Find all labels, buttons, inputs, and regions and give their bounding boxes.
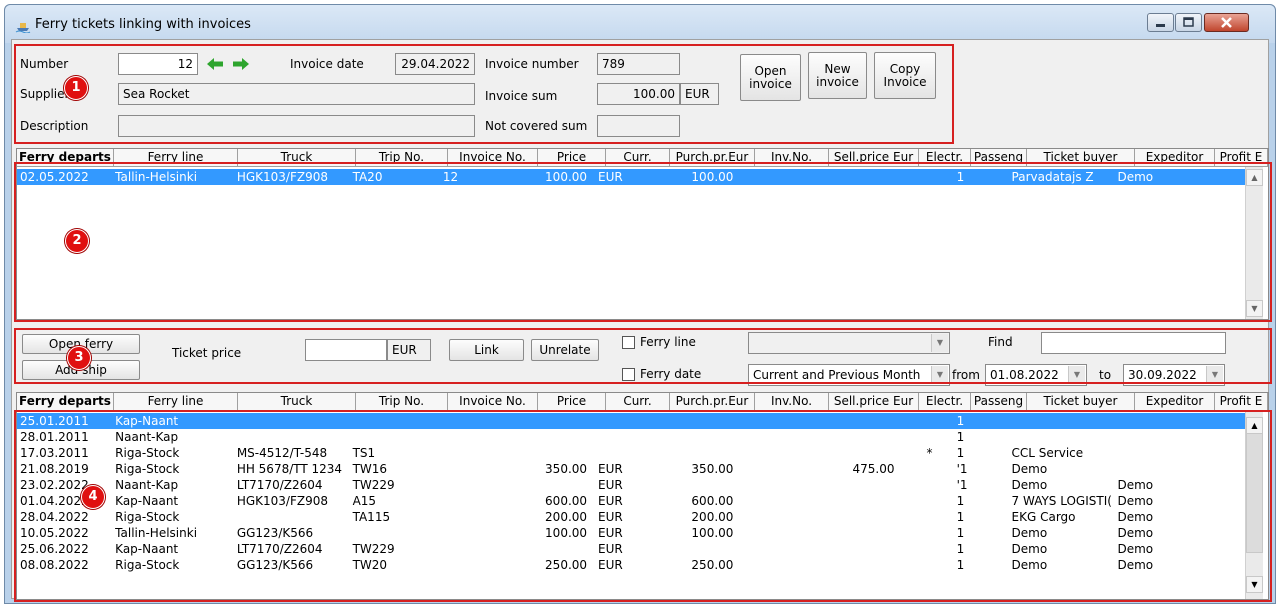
- available-grid-header: Ferry departs Ferry line Truck Trip No. Invo…: [17, 393, 1268, 411]
- annotation-box-1: [14, 44, 954, 144]
- column-header[interactable]: Profit E: [1215, 393, 1268, 410]
- minimize-icon: [1156, 24, 1165, 27]
- window-title: Ferry tickets linking with invoices: [35, 17, 251, 32]
- column-header[interactable]: Invoice No.: [448, 393, 538, 410]
- client-area: Number 12 Invoice date 29.04.2022 Invoic…: [11, 39, 1272, 602]
- column-header[interactable]: Trip No.: [356, 393, 448, 410]
- annotation-box-3: [14, 328, 1272, 384]
- column-header[interactable]: Price: [538, 393, 606, 410]
- annotation-badge-2: 2: [65, 229, 89, 253]
- annotation-box-4: [14, 410, 1272, 602]
- close-icon: [1221, 17, 1232, 28]
- annotation-badge-1: 1: [64, 76, 88, 100]
- column-header[interactable]: Ticket buyer: [1027, 393, 1135, 410]
- app-window: Ferry tickets linking with invoices Numb…: [4, 4, 1276, 604]
- minimize-button[interactable]: [1147, 13, 1174, 32]
- maximize-icon: [1183, 17, 1194, 27]
- annotation-badge-4: 4: [81, 485, 105, 509]
- column-header[interactable]: Truck: [238, 393, 356, 410]
- column-header[interactable]: Sell.price Eur: [829, 393, 919, 410]
- column-header[interactable]: Curr.: [606, 393, 670, 410]
- ferry-app-icon: [15, 23, 31, 33]
- column-header[interactable]: Expeditor: [1135, 393, 1215, 410]
- annotation-box-2: [14, 162, 1272, 322]
- column-header[interactable]: Ferry departs: [17, 393, 114, 410]
- column-header[interactable]: Electr.: [919, 393, 971, 410]
- column-header[interactable]: Passeng: [971, 393, 1027, 410]
- column-header[interactable]: Inv.No.: [755, 393, 829, 410]
- maximize-button[interactable]: [1175, 13, 1202, 32]
- column-header[interactable]: Purch.pr.Eur: [670, 393, 755, 410]
- close-button[interactable]: [1204, 13, 1249, 32]
- column-header[interactable]: Ferry line: [114, 393, 238, 410]
- annotation-badge-3: 3: [67, 346, 91, 370]
- title-bar[interactable]: Ferry tickets linking with invoices: [5, 5, 1275, 43]
